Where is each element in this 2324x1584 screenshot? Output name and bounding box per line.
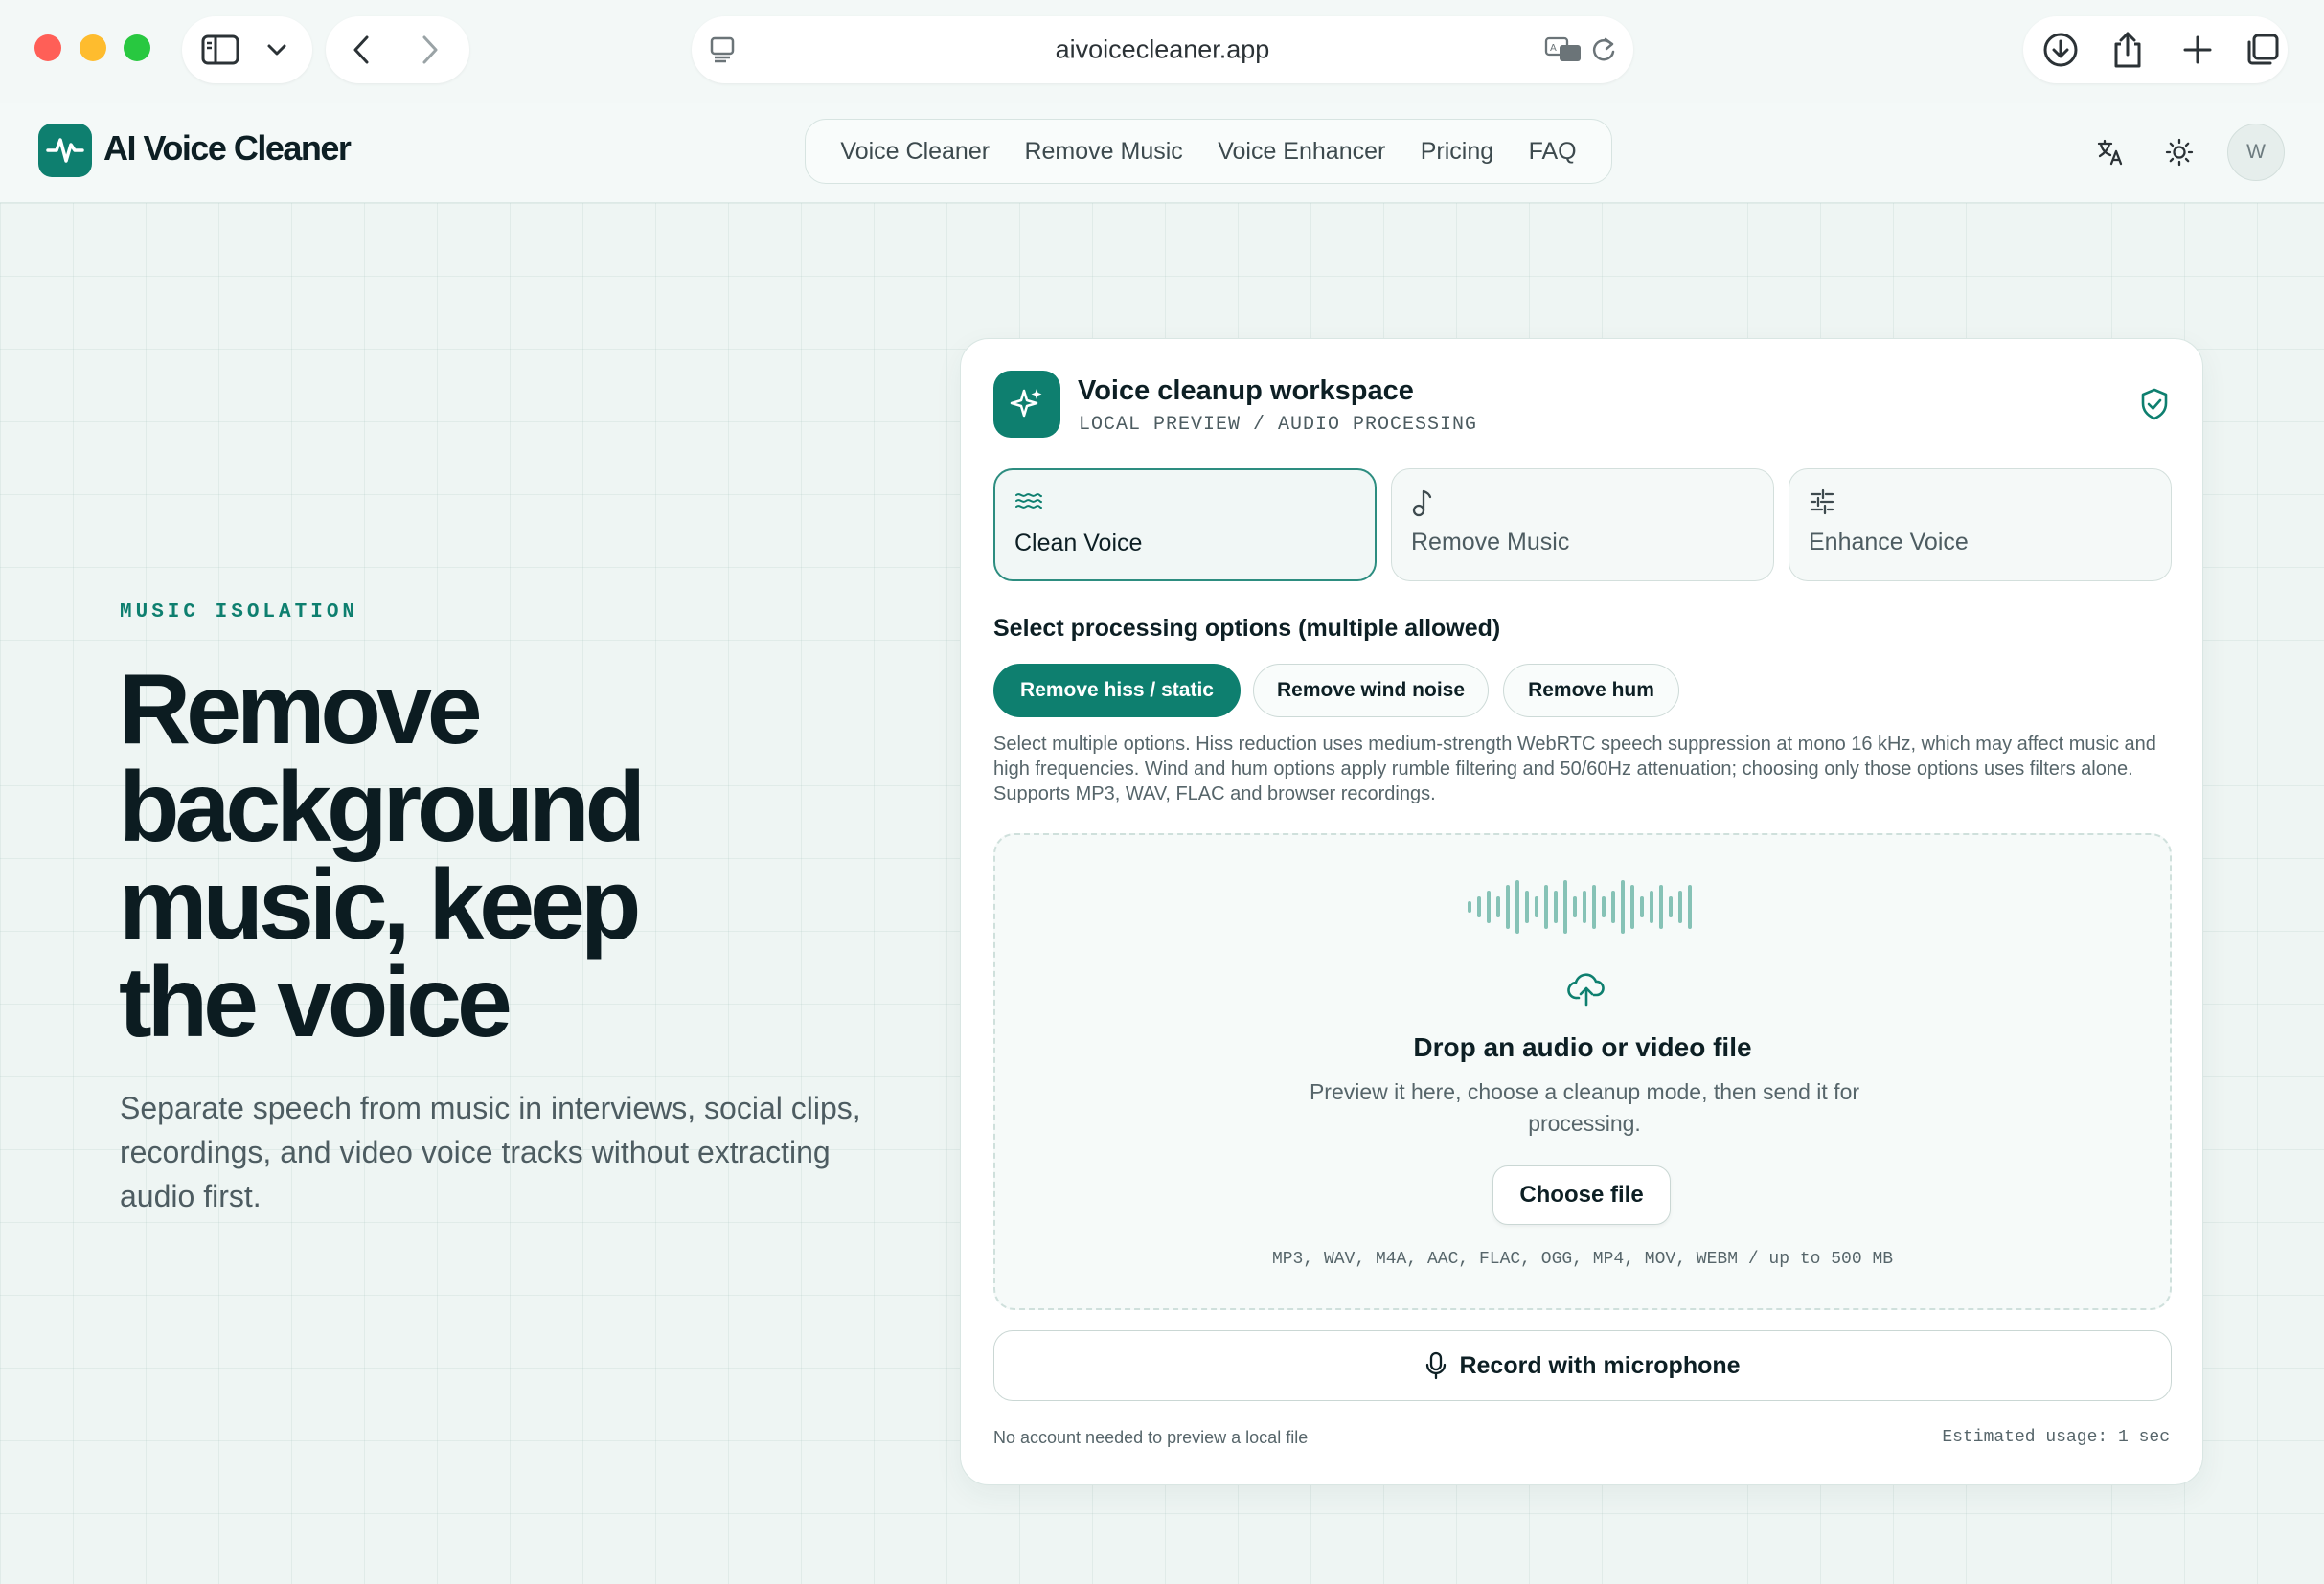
- options-title: Select processing options (multiple allo…: [993, 615, 1501, 642]
- waveform-bar: [1669, 896, 1673, 917]
- estimated-usage: Estimated usage: 1 sec: [1942, 1428, 2170, 1447]
- sun-icon[interactable]: [2165, 138, 2194, 171]
- music-note-icon: [1411, 488, 1434, 522]
- nav-item-voice-cleaner[interactable]: Voice Cleaner: [840, 138, 990, 166]
- sidebar-toggle-group: [182, 16, 312, 83]
- microphone-icon: [1426, 1351, 1447, 1380]
- waveform-bar: [1611, 891, 1615, 923]
- workspace-subtitle: LOCAL PREVIEW / AUDIO PROCESSING: [1079, 414, 1478, 436]
- close-window-button[interactable]: [34, 34, 61, 61]
- waveform-bar: [1468, 901, 1471, 913]
- mode-enhance-voice[interactable]: Enhance Voice: [1789, 468, 2172, 581]
- file-dropzone[interactable]: Drop an audio or video file Preview it h…: [993, 833, 2172, 1310]
- translate-page-icon[interactable]: A: [1544, 35, 1583, 64]
- hero-subtitle: Separate speech from music in interviews…: [120, 1091, 861, 1213]
- cloud-upload-icon: [1567, 971, 1606, 1012]
- zoom-window-button[interactable]: [124, 34, 150, 61]
- hero-title-line: Remove: [119, 654, 483, 765]
- new-tab-icon[interactable]: [2182, 34, 2213, 65]
- waveform-bar: [1621, 880, 1625, 934]
- dropzone-subtitle: Preview it here, choose a cleanup mode, …: [1309, 1079, 1860, 1136]
- waveform-bar: [1688, 885, 1692, 929]
- dropzone-title: Drop an audio or video file: [1413, 1032, 1752, 1062]
- mode-clean-voice[interactable]: Clean Voice: [993, 468, 1377, 581]
- reload-icon[interactable]: [1590, 35, 1617, 64]
- hero-title: Remove background music, keep the voice: [119, 654, 732, 1058]
- options-description: Select multiple options. Hiss reduction …: [993, 734, 2156, 804]
- waveform-bar: [1515, 880, 1519, 934]
- tab-overview-icon[interactable]: [2245, 33, 2280, 67]
- forward-icon[interactable]: [422, 34, 439, 65]
- shield-check-icon: [2139, 387, 2170, 426]
- sparkle-icon: [993, 371, 1060, 438]
- waveform-bar: [1583, 891, 1586, 923]
- download-icon[interactable]: [2042, 32, 2079, 68]
- choose-file-button[interactable]: Choose file: [1492, 1165, 1671, 1225]
- logo-pulse-icon[interactable]: [38, 124, 92, 177]
- mode-label: Remove Music: [1411, 529, 1570, 555]
- option-remove-hiss[interactable]: Remove hiss / static: [993, 664, 1241, 717]
- waveform-bar: [1544, 885, 1548, 929]
- hero-title-line: the voice: [119, 947, 513, 1058]
- option-remove-wind[interactable]: Remove wind noise: [1253, 664, 1489, 717]
- history-nav-group: [326, 16, 469, 83]
- browser-actions-group: [2023, 16, 2288, 83]
- waveform-bar: [1678, 891, 1682, 923]
- brand-name[interactable]: AI Voice Cleaner: [103, 128, 352, 169]
- waveform-bar: [1602, 896, 1606, 917]
- nav-item-pricing[interactable]: Pricing: [1421, 138, 1493, 166]
- sliders-icon: [1809, 488, 1835, 520]
- waveform-bar: [1487, 891, 1491, 923]
- mode-remove-music[interactable]: Remove Music: [1391, 468, 1774, 581]
- minimize-window-button[interactable]: [80, 34, 106, 61]
- waves-icon: [1014, 489, 1043, 517]
- browser-toolbar: aivoicecleaner.app A: [0, 0, 2324, 103]
- site-header: AI Voice Cleaner Voice Cleaner Remove Mu…: [0, 103, 2324, 203]
- waveform-bar: [1563, 880, 1567, 934]
- hero-title-line: background: [119, 752, 646, 863]
- waveform-bar: [1650, 891, 1653, 923]
- nav-item-faq[interactable]: FAQ: [1529, 138, 1577, 166]
- waveform-bar: [1525, 891, 1529, 923]
- waveform-bar: [1554, 891, 1558, 923]
- nav-item-remove-music[interactable]: Remove Music: [1024, 138, 1182, 166]
- waveform-icon: [1468, 878, 1692, 936]
- option-remove-hum[interactable]: Remove hum: [1503, 664, 1679, 717]
- mode-label: Enhance Voice: [1809, 529, 1969, 555]
- share-icon[interactable]: [2111, 31, 2144, 69]
- waveform-bar: [1477, 896, 1481, 917]
- back-icon[interactable]: [353, 34, 370, 65]
- waveform-bar: [1659, 885, 1663, 929]
- mode-label: Clean Voice: [1014, 530, 1143, 556]
- translate-icon[interactable]: [2096, 138, 2125, 171]
- avatar[interactable]: W: [2227, 124, 2285, 181]
- nav-item-voice-enhancer[interactable]: Voice Enhancer: [1218, 138, 1385, 166]
- svg-text:A: A: [1550, 43, 1557, 54]
- url-text: aivoicecleaner.app: [1055, 34, 1270, 64]
- main-nav: Voice Cleaner Remove Music Voice Enhance…: [805, 119, 1612, 184]
- account-note: No account needed to preview a local fil…: [993, 1428, 1309, 1447]
- workspace-card: Voice cleanup workspace LOCAL PREVIEW / …: [960, 338, 2203, 1485]
- workspace-title: Voice cleanup workspace: [1078, 375, 1414, 406]
- waveform-bar: [1630, 885, 1634, 929]
- waveform-bar: [1506, 885, 1510, 929]
- record-microphone-button[interactable]: Record with microphone: [993, 1330, 2172, 1401]
- waveform-bar: [1535, 896, 1538, 917]
- supported-formats: MP3, WAV, M4A, AAC, FLAC, OGG, MP4, MOV,…: [1271, 1250, 1894, 1269]
- waveform-bar: [1640, 896, 1644, 917]
- hero-eyebrow: MUSIC ISOLATION: [120, 601, 359, 623]
- hero-title-line: music, keep: [119, 849, 641, 961]
- waveform-bar: [1592, 885, 1596, 929]
- chevron-down-icon[interactable]: [266, 43, 287, 57]
- sidebar-icon[interactable]: [201, 34, 239, 65]
- record-label: Record with microphone: [1459, 1351, 1741, 1379]
- address-bar[interactable]: aivoicecleaner.app A: [692, 16, 1633, 83]
- waveform-bar: [1496, 896, 1500, 917]
- waveform-bar: [1573, 896, 1577, 917]
